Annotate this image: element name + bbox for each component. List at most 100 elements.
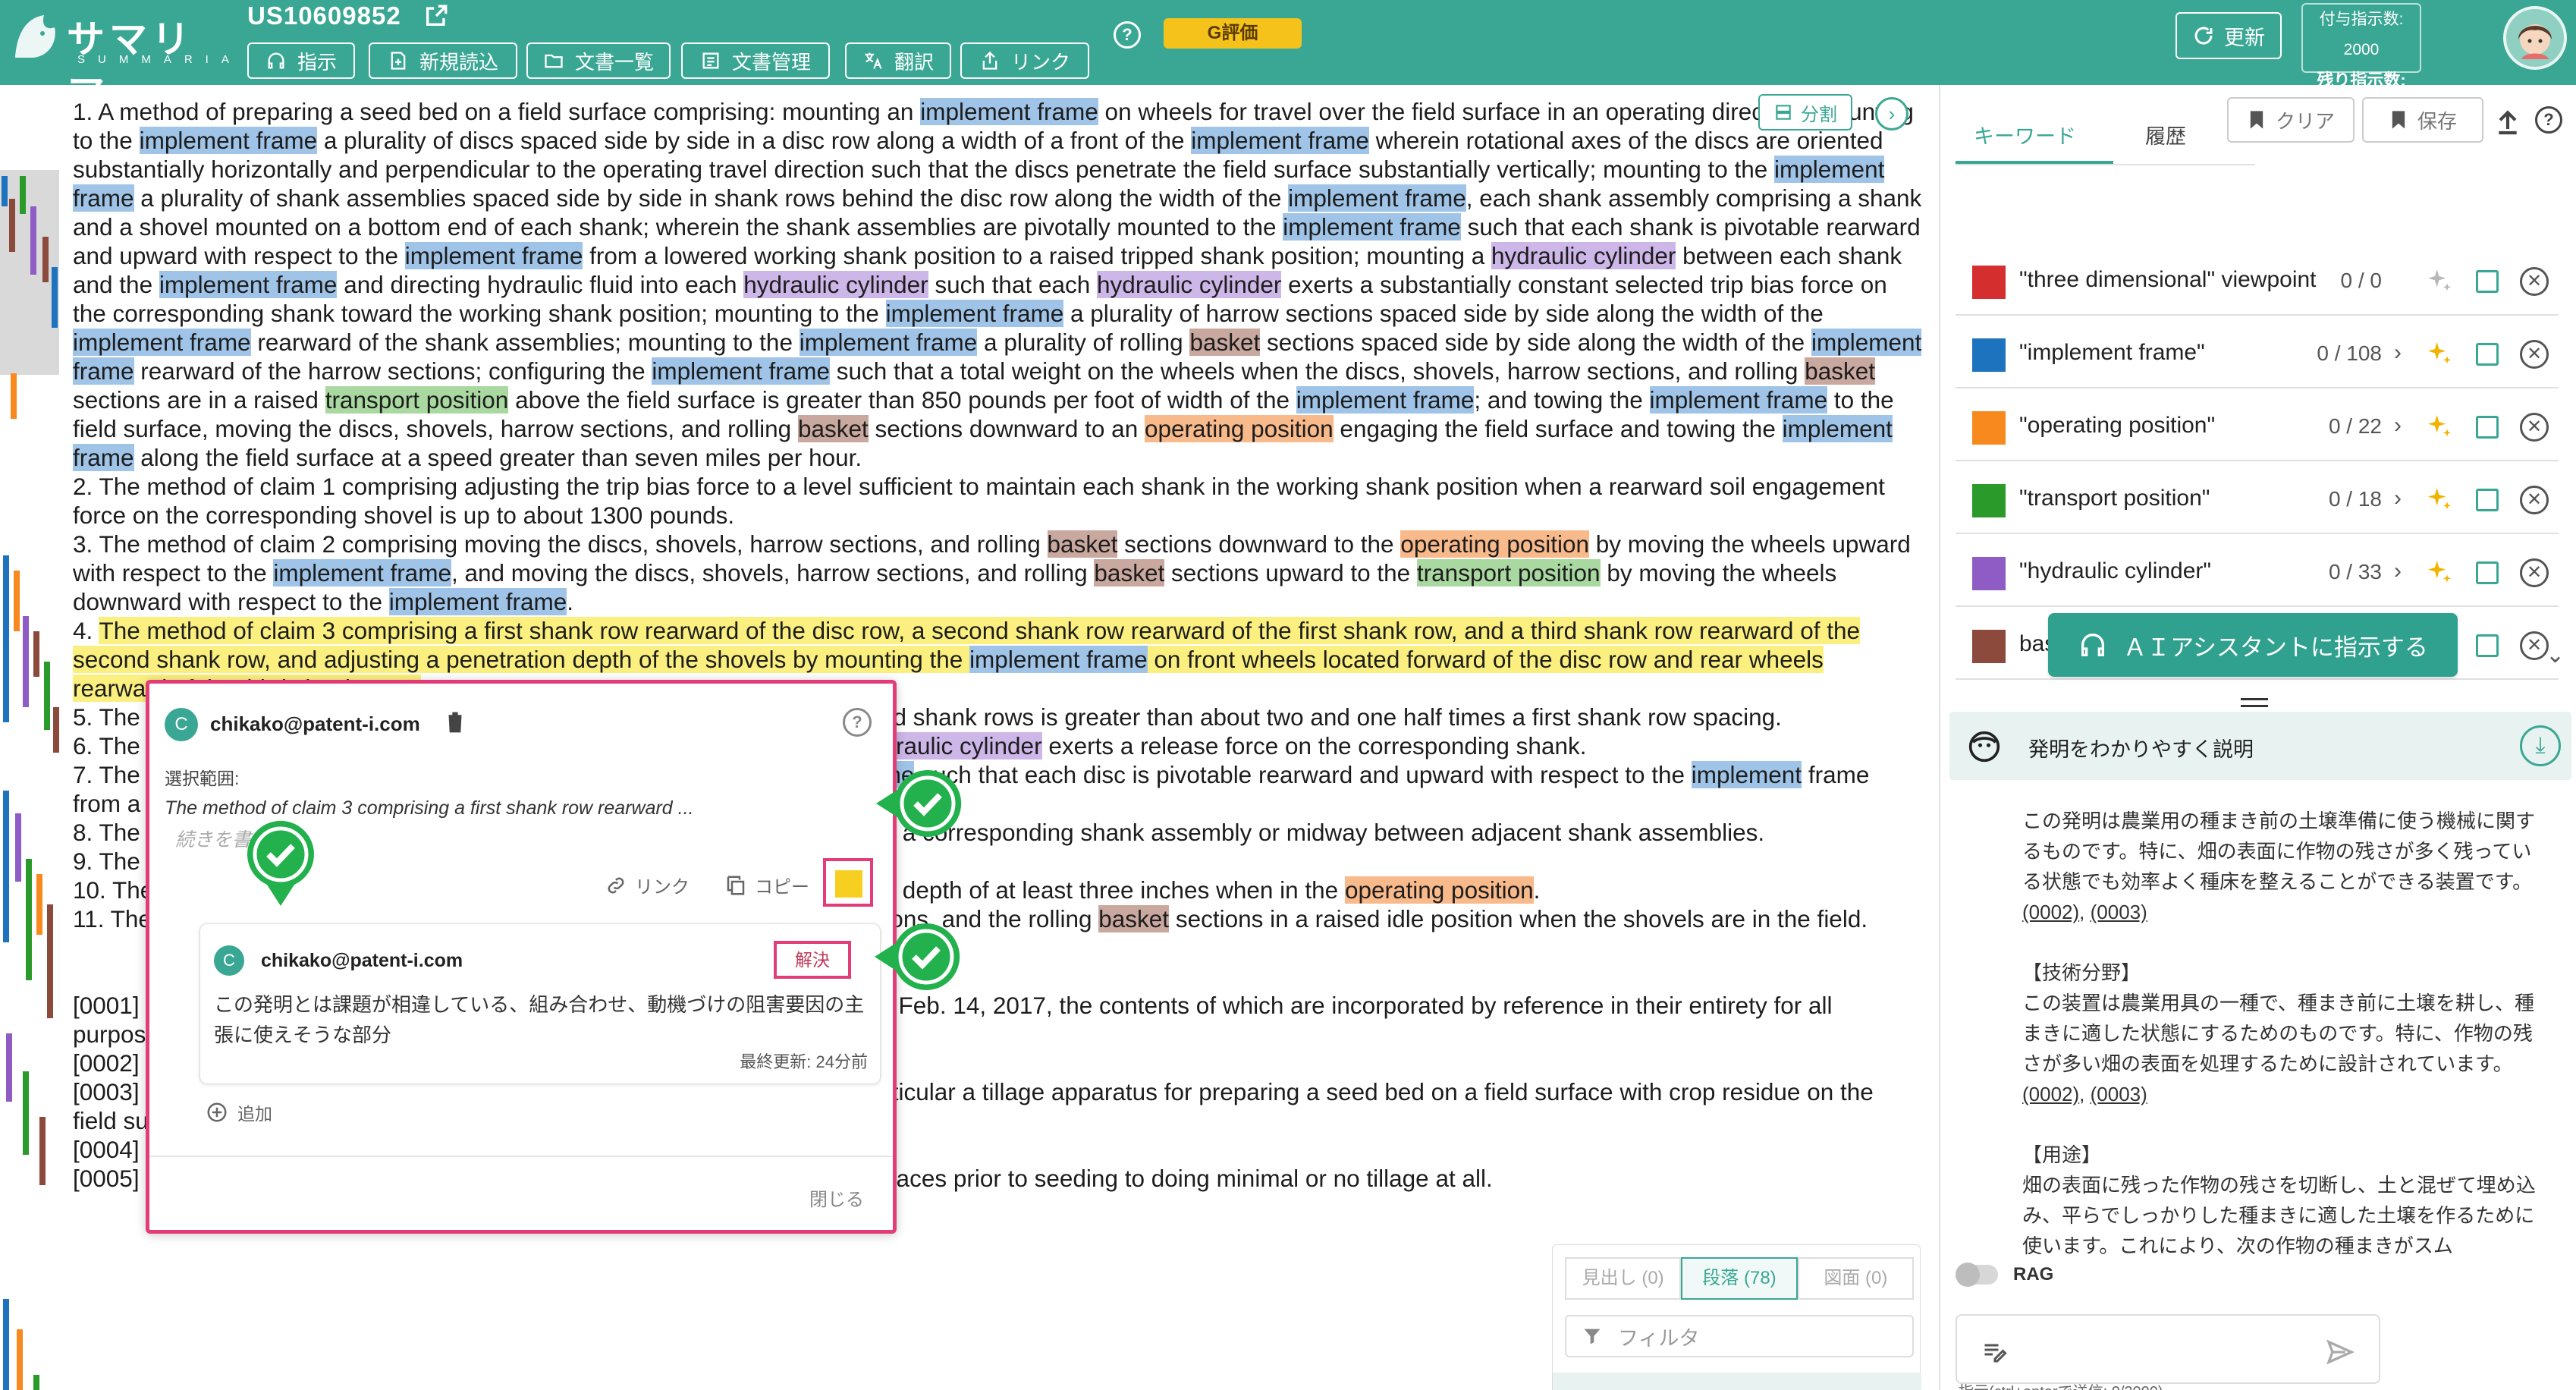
keyword-color-swatch[interactable]: [1972, 630, 2006, 663]
keyword-checkbox[interactable]: [2476, 270, 2499, 293]
send-icon[interactable]: [2321, 1337, 2359, 1367]
open-external-icon[interactable]: [423, 3, 449, 29]
chevron-right-icon[interactable]: ›: [1875, 97, 1908, 131]
sparkle-icon[interactable]: [2424, 338, 2455, 369]
keyword-color-swatch[interactable]: [1972, 266, 2006, 299]
minimap-mark: [14, 571, 20, 631]
link-button[interactable]: リンク: [605, 872, 690, 898]
keyword-color-swatch[interactable]: [1972, 484, 2006, 517]
resize-handle[interactable]: [2241, 698, 2268, 707]
trash-icon[interactable]: [444, 709, 467, 735]
close-button[interactable]: 閉じる: [809, 1184, 864, 1211]
color-swatch[interactable]: [835, 870, 862, 898]
ai-assistant-button[interactable]: ＡＩアシスタントに指示する: [2048, 613, 2458, 677]
comment-user: chikako@patent-i.com: [261, 950, 463, 971]
user-avatar-icon: [2518, 24, 2552, 59]
filter-icon: [1584, 1329, 1601, 1344]
instruct-button[interactable]: 指示: [247, 42, 355, 79]
keyword-checkbox[interactable]: [2476, 634, 2499, 657]
resolve-button[interactable]: 解決: [774, 941, 851, 979]
claim-3[interactable]: 3. The method of claim 2 comprising movi…: [73, 530, 1924, 616]
refresh-icon: [2194, 27, 2213, 45]
tab-paragraphs[interactable]: 段落 (78): [1681, 1257, 1798, 1300]
claim-2[interactable]: 2. The method of claim 1 comprising adju…: [73, 472, 1924, 530]
minimap-mark: [23, 616, 29, 707]
tab-history[interactable]: 履歴: [2145, 120, 2186, 149]
remove-keyword-icon[interactable]: ✕: [2520, 558, 2549, 587]
keyword-row[interactable]: "operating position" 0 / 22 › ✕: [1956, 390, 2559, 461]
clear-button[interactable]: クリア: [2227, 97, 2355, 143]
minimap[interactable]: [0, 85, 61, 1390]
chevron-right-icon[interactable]: ›: [2394, 413, 2402, 439]
keyword-row[interactable]: "transport position" 0 / 18 › ✕: [1956, 463, 2559, 534]
app-root: { "header":{ "logo_text":"サマリア","logo_su…: [0, 0, 2576, 1390]
nav-list[interactable]: [1553, 1373, 1921, 1390]
assistant-icon: [268, 52, 284, 69]
avatar[interactable]: [2503, 6, 2567, 70]
chevron-right-icon[interactable]: ›: [2394, 558, 2402, 584]
highlight-color-picker[interactable]: [823, 858, 873, 907]
instruction-input[interactable]: [1956, 1314, 2380, 1384]
explanation-title: 発明をわかりやすく説明: [2028, 738, 2254, 761]
tab-keywords[interactable]: キーワード: [1974, 120, 2076, 149]
keyword-term: "implement frame": [2019, 340, 2205, 365]
help-icon[interactable]: ?: [2535, 106, 2562, 134]
new-load-button[interactable]: 新規読込: [369, 42, 517, 79]
tab-figures[interactable]: 図面 (0): [1797, 1257, 1914, 1300]
remove-keyword-icon[interactable]: ✕: [2520, 631, 2549, 660]
keyword-checkbox[interactable]: [2476, 343, 2499, 366]
keyword-color-swatch[interactable]: [1972, 338, 2006, 372]
chevron-right-icon[interactable]: ›: [2394, 486, 2402, 511]
sparkle-icon[interactable]: [2424, 557, 2455, 587]
keyword-row[interactable]: "three dimensional" viewpoint 0 / 0 ✕: [1956, 244, 2559, 316]
remove-keyword-icon[interactable]: ✕: [2520, 340, 2549, 369]
split-view-button[interactable]: 分割: [1758, 94, 1852, 131]
keyword-checkbox[interactable]: [2476, 561, 2499, 584]
minimap-mark: [30, 206, 36, 275]
paragraph-ref-link[interactable]: (0003): [2091, 901, 2147, 923]
sparkle-icon[interactable]: [2424, 484, 2455, 514]
keyword-row[interactable]: "implement frame" 0 / 108 › ✕: [1956, 317, 2559, 388]
double-chevron-down-icon[interactable]: ⌄: [2546, 642, 2565, 668]
minimap-mark: [15, 813, 21, 882]
translate-button[interactable]: 翻訳: [845, 42, 951, 79]
update-button[interactable]: 更新: [2175, 12, 2282, 59]
upload-icon[interactable]: [2493, 106, 2523, 137]
keyword-count: 0 / 22: [2328, 414, 2382, 438]
help-icon[interactable]: ?: [843, 708, 872, 737]
remove-keyword-icon[interactable]: ✕: [2520, 413, 2549, 442]
keyword-count: 0 / 0: [2340, 269, 2382, 292]
avatar: C: [214, 945, 244, 976]
grade-badge[interactable]: G評価: [1164, 18, 1302, 49]
selection-label: 選択範囲:: [165, 769, 240, 788]
sparkle-icon[interactable]: [2424, 411, 2455, 442]
save-button[interactable]: 保存: [2362, 97, 2483, 143]
add-comment-button[interactable]: 追加: [206, 1099, 272, 1125]
paragraph-ref-link[interactable]: (0002): [2022, 901, 2079, 923]
keyword-color-swatch[interactable]: [1972, 557, 2006, 590]
remove-keyword-icon[interactable]: ✕: [2520, 486, 2549, 514]
download-icon[interactable]: ⤓: [2520, 725, 2561, 766]
keyword-checkbox[interactable]: [2476, 416, 2499, 439]
keyword-row[interactable]: "hydraulic cylinder" 0 / 33 › ✕: [1956, 536, 2559, 607]
logo[interactable]: サマリア SUMMARIA: [8, 6, 229, 115]
help-icon[interactable]: ?: [1114, 21, 1141, 49]
chevron-right-icon[interactable]: ›: [2394, 340, 2402, 366]
rag-label: RAG: [2013, 1264, 2054, 1285]
paragraph-ref-link[interactable]: (0003): [2091, 1083, 2147, 1105]
claim-1[interactable]: 1. A method of preparing a seed bed on a…: [73, 97, 1924, 472]
filter-input[interactable]: フィルタ: [1565, 1315, 1914, 1357]
copy-button[interactable]: コピー: [724, 872, 809, 898]
doc-list-button[interactable]: 文書一覧: [526, 42, 671, 79]
sparkle-icon[interactable]: [2424, 266, 2455, 296]
keyword-color-swatch[interactable]: [1972, 411, 2006, 445]
paragraph-ref-link[interactable]: (0002): [2022, 1083, 2079, 1105]
link-button[interactable]: リンク: [960, 42, 1089, 79]
minimap-mark: [26, 859, 32, 980]
doc-manage-button[interactable]: 文書管理: [681, 42, 830, 79]
toggle-switch[interactable]: [1956, 1263, 1998, 1287]
rag-toggle[interactable]: RAG: [1956, 1256, 2183, 1293]
keyword-checkbox[interactable]: [2476, 489, 2499, 511]
remove-keyword-icon[interactable]: ✕: [2520, 267, 2549, 296]
tab-headings[interactable]: 見出し (0): [1565, 1257, 1682, 1300]
